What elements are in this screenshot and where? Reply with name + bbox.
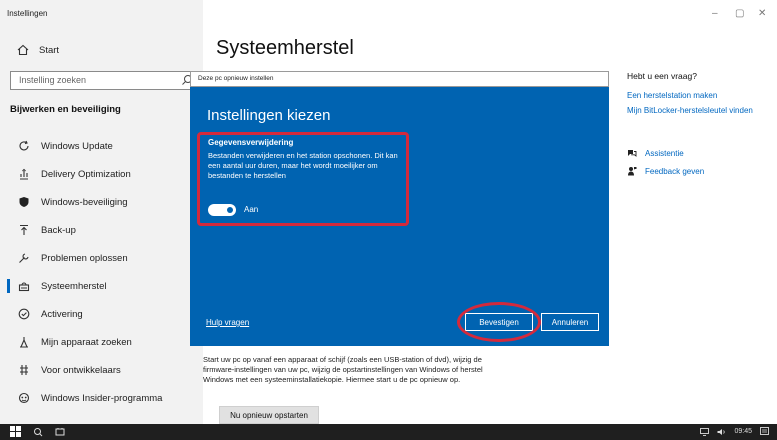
sidebar-item-label: Back-up — [41, 224, 76, 236]
home-icon — [17, 44, 29, 56]
cancel-button[interactable]: Annuleren — [541, 313, 599, 331]
shield-icon — [17, 195, 31, 209]
home-nav-item[interactable]: Start — [17, 44, 59, 56]
section-title: Bijwerken en beveiliging — [10, 104, 121, 115]
sidebar-item-label: Activering — [41, 308, 83, 320]
page-title: Systeemherstel — [216, 37, 354, 59]
notification-icon[interactable] — [760, 427, 769, 436]
sidebar-item-label: Voor ontwikkelaars — [41, 364, 121, 376]
backup-arrow-icon — [17, 223, 31, 237]
sidebar-item-label: Systeemherstel — [41, 280, 107, 292]
taskbar-search-icon[interactable] — [33, 427, 43, 437]
refresh-icon — [17, 139, 31, 153]
help-panel-title: Hebt u een vraag? — [627, 71, 697, 81]
sidebar-item-backup[interactable]: Back-up — [0, 216, 203, 244]
help-link[interactable]: Hulp vragen — [206, 318, 249, 327]
wrench-icon — [17, 251, 31, 265]
maximize-button[interactable]: ▢ — [735, 8, 744, 19]
delivery-optimization-icon — [17, 167, 31, 181]
start-windows-icon[interactable] — [10, 426, 21, 437]
sidebar-item-label: Windows Insider-programma — [41, 392, 163, 404]
insider-icon — [17, 391, 31, 405]
settings-sidebar: Instellingen Start Instelling zoeken Bij… — [0, 0, 203, 424]
activation-check-icon — [17, 307, 31, 321]
sidebar-item-windows-update[interactable]: Windows Update — [0, 132, 203, 160]
sidebar-item-troubleshoot[interactable]: Problemen oplossen — [0, 244, 203, 272]
taskbar-clock[interactable]: 09:45 — [734, 428, 752, 435]
highlight-oval — [457, 302, 541, 342]
sidebar-item-activation[interactable]: Activering — [0, 300, 203, 328]
sidebar-item-windows-insider[interactable]: Windows Insider-programma — [0, 384, 203, 412]
sidebar-item-label: Windows Update — [41, 140, 113, 152]
system-restore-icon — [17, 279, 31, 293]
settings-search-input[interactable]: Instelling zoeken — [10, 71, 198, 90]
sidebar-item-label: Delivery Optimization — [41, 168, 131, 180]
find-bitlocker-key-link[interactable]: Mijn BitLocker-herstelsleutel vinden — [627, 106, 753, 115]
advanced-startup-description: Start uw pc op vanaf een apparaat of sch… — [203, 355, 483, 384]
feedback-icon — [628, 167, 637, 176]
reset-pc-dialog: Deze pc opnieuw instellen Instellingen k… — [190, 71, 609, 346]
taskbar: 09:45 — [0, 424, 777, 440]
restart-now-button[interactable]: Nu opnieuw opstarten — [219, 406, 319, 424]
sidebar-item-find-my-device[interactable]: Mijn apparaat zoeken — [0, 328, 203, 356]
feedback-link[interactable]: Feedback geven — [627, 166, 704, 176]
sidebar-item-label: Windows-beveiliging — [41, 196, 128, 208]
sidebar-item-system-restore[interactable]: Systeemherstel — [0, 272, 203, 300]
network-icon[interactable] — [700, 427, 710, 436]
sidebar-item-label: Problemen oplossen — [41, 252, 128, 264]
close-button[interactable]: ✕ — [758, 8, 766, 19]
assistance-link[interactable]: Assistentie — [627, 148, 684, 158]
sidebar-item-for-developers[interactable]: Voor ontwikkelaars — [0, 356, 203, 384]
feedback-label: Feedback geven — [645, 166, 705, 176]
assistance-label: Assistentie — [645, 148, 684, 158]
assistance-icon — [628, 150, 637, 157]
dialog-title: Instellingen kiezen — [207, 107, 331, 124]
sidebar-item-windows-security[interactable]: Windows-beveiliging — [0, 188, 203, 216]
find-device-icon — [17, 335, 31, 349]
developer-icon — [17, 363, 31, 377]
volume-icon[interactable] — [717, 428, 726, 436]
task-view-icon[interactable] — [55, 427, 65, 437]
sidebar-item-label: Mijn apparaat zoeken — [41, 336, 132, 348]
minimize-button[interactable]: – — [712, 8, 718, 19]
dialog-header: Deze pc opnieuw instellen — [190, 71, 609, 87]
sidebar-item-delivery-optimization[interactable]: Delivery Optimization — [0, 160, 203, 188]
highlight-box — [197, 132, 409, 226]
home-label: Start — [39, 44, 60, 56]
search-placeholder: Instelling zoeken — [19, 75, 87, 85]
create-recovery-drive-link[interactable]: Een herstelstation maken — [627, 91, 717, 100]
window-title: Instellingen — [7, 9, 48, 18]
